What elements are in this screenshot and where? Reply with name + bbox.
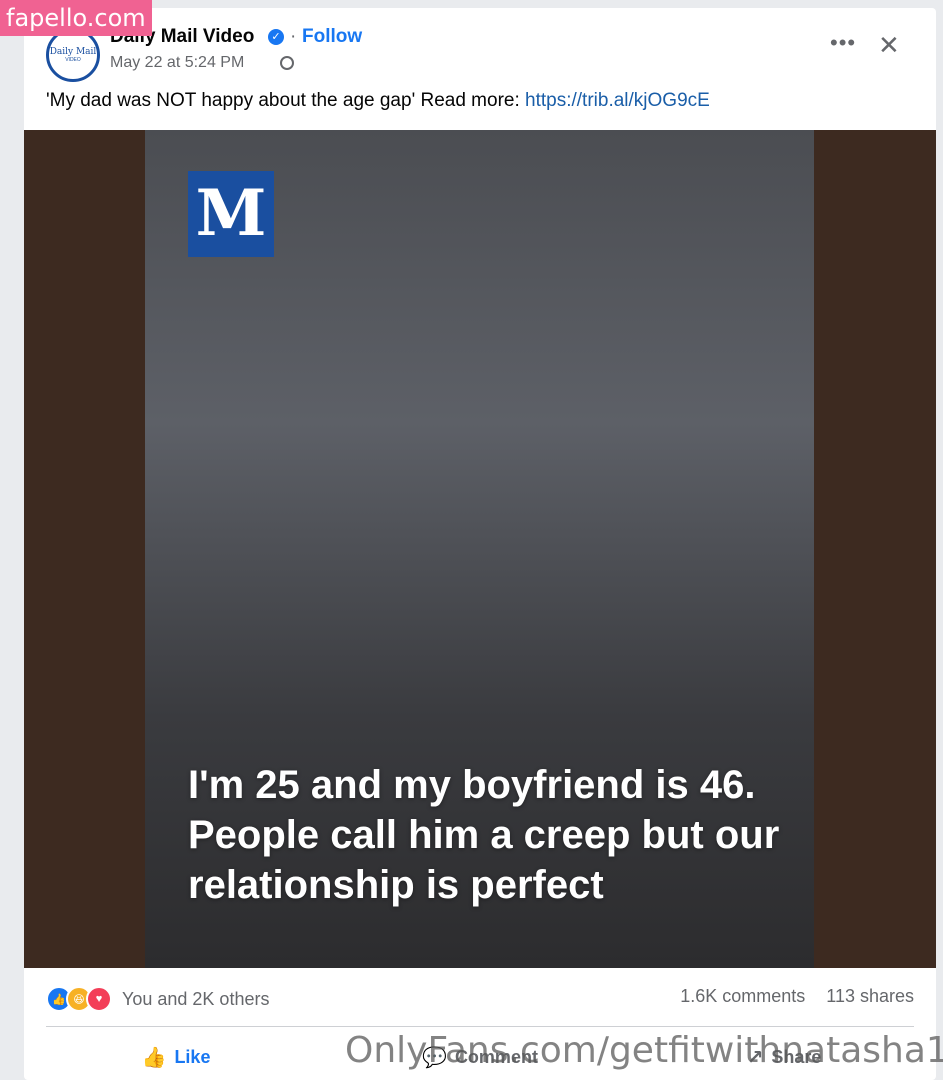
divider [46,1026,914,1027]
love-reaction-icon: ♥ [86,986,112,1012]
verified-icon: ✓ [268,29,284,45]
caption-text: 'My dad was NOT happy about the age gap'… [46,90,526,111]
post-timestamp[interactable]: May 22 at 5:24 PM [110,54,244,72]
caption-link[interactable]: https://trib.al/kjOG9cE [525,90,710,111]
daily-mail-logo: M [188,171,274,257]
separator-dot: · [290,26,297,47]
watermark-top: fapello.com [0,0,152,36]
engagement-counts: 1.6K comments 113 shares [664,986,914,1007]
comments-count[interactable]: 1.6K comments [680,986,805,1006]
close-icon[interactable]: ✕ [878,30,900,61]
reactions-summary[interactable]: 👍 😆 ♥ You and 2K others [46,986,269,1012]
globe-icon [280,56,294,70]
like-icon: 👍 [141,1046,167,1069]
reactions-count: You and 2K others [122,988,270,1009]
follow-button[interactable]: Follow [302,26,362,48]
like-button[interactable]: 👍 Like [24,1034,328,1080]
post-card: Daily Mail VIDEO Daily Mail Video ✓ · Fo… [24,8,936,1080]
watermark-bottom: OnlyFans.com/getfitwithnatasha18 [345,1030,943,1071]
avatar-logo-text: Daily Mail [49,47,97,57]
more-icon[interactable]: ••• [830,30,856,56]
page-avatar[interactable]: Daily Mail VIDEO [46,28,100,82]
shares-count[interactable]: 113 shares [826,986,914,1006]
post-media[interactable]: M I'm 25 and my boyfriend is 46. People … [24,130,936,968]
avatar-logo-subtext: VIDEO [65,57,81,63]
like-label: Like [174,1046,211,1067]
media-headline: I'm 25 and my boyfriend is 46. People ca… [188,763,780,907]
post-photo[interactable]: M I'm 25 and my boyfriend is 46. People … [145,130,814,968]
post-caption: 'My dad was NOT happy about the age gap'… [46,90,710,112]
